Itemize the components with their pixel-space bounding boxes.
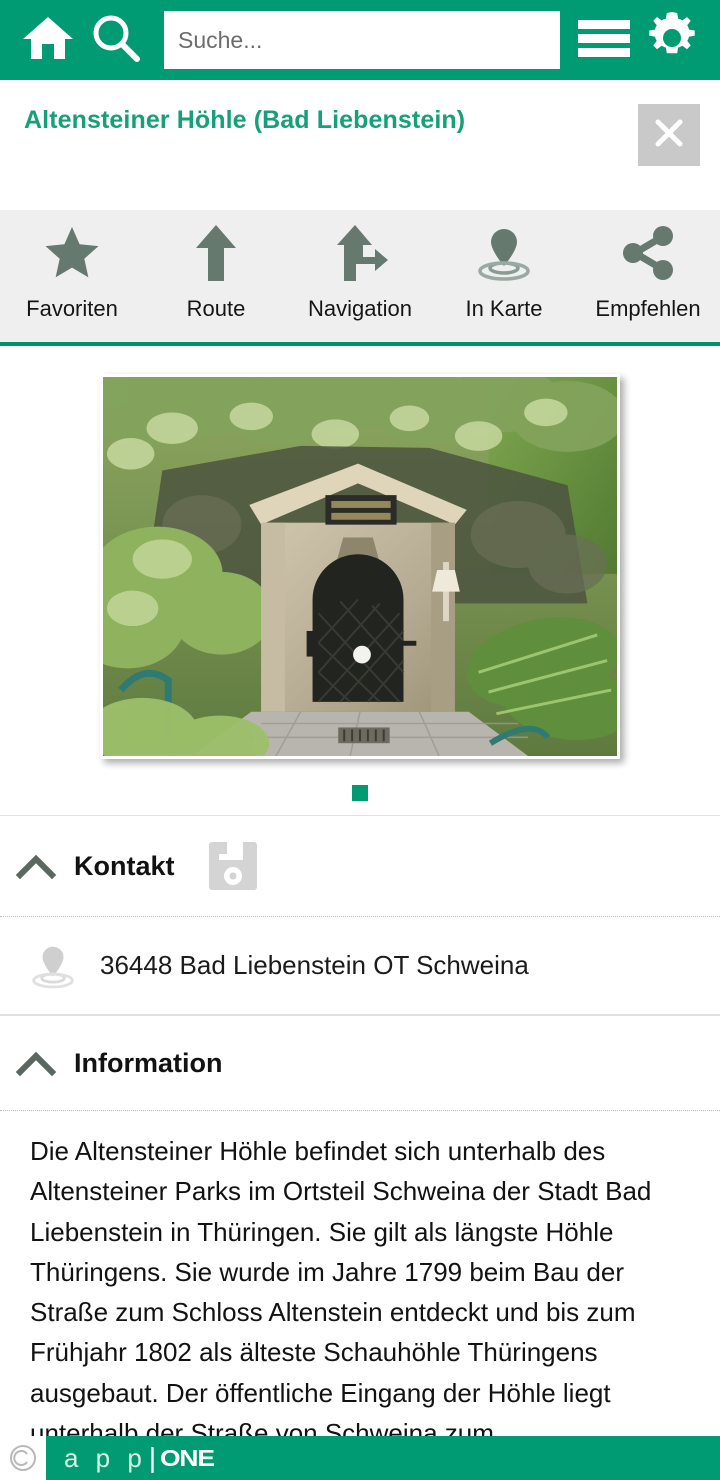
poi-photo-illustration xyxy=(103,377,617,756)
settings-button[interactable] xyxy=(638,9,706,71)
action-toolbar: Favoriten Route Navigation In Karte Empf… xyxy=(0,210,720,346)
action-label: Route xyxy=(186,296,246,321)
save-floppy-icon[interactable] xyxy=(205,838,261,894)
brand-app-text: a p p xyxy=(64,1442,147,1473)
page-title: Altensteiner Höhle (Bad Liebenstein) xyxy=(24,106,466,134)
app-footer: a p p | ONE xyxy=(0,1436,720,1480)
information-text: Die Altensteiner Höhle befindet sich unt… xyxy=(0,1111,720,1454)
action-label: Empfehlen xyxy=(595,296,701,321)
action-route[interactable]: Route xyxy=(144,224,288,334)
home-button[interactable] xyxy=(14,9,82,71)
brand-bar: a p p | ONE xyxy=(46,1436,720,1480)
search-input[interactable] xyxy=(164,11,560,69)
brand-separator: | xyxy=(148,1442,157,1473)
close-icon xyxy=(651,115,687,156)
gallery-dot[interactable] xyxy=(352,785,368,801)
copyright-icon xyxy=(0,1436,46,1480)
poi-photo[interactable] xyxy=(100,374,620,759)
navigation-fork-icon xyxy=(331,224,389,282)
hamburger-menu-icon xyxy=(576,16,632,65)
star-icon xyxy=(43,224,101,282)
map-pin-icon xyxy=(28,941,78,991)
menu-button[interactable] xyxy=(570,9,638,71)
image-gallery xyxy=(0,346,720,815)
action-in-karte[interactable]: In Karte xyxy=(432,224,576,334)
action-label: In Karte xyxy=(465,296,543,321)
chevron-up-icon[interactable] xyxy=(16,1043,56,1083)
section-header-information[interactable]: Information xyxy=(0,1015,720,1111)
search-icon xyxy=(90,12,142,69)
section-header-kontakt[interactable]: Kontakt xyxy=(0,815,720,917)
gear-icon xyxy=(644,10,700,71)
action-label: Navigation xyxy=(308,296,412,321)
map-pin-icon xyxy=(473,224,535,282)
contact-row-address[interactable]: 36448 Bad Liebenstein OT Schweina xyxy=(0,917,720,1015)
section-title: Kontakt xyxy=(74,850,175,881)
close-button[interactable] xyxy=(638,104,700,166)
search-button[interactable] xyxy=(82,9,150,71)
action-navigation[interactable]: Navigation xyxy=(288,224,432,334)
contact-address: 36448 Bad Liebenstein OT Schweina xyxy=(100,950,529,980)
share-icon xyxy=(619,224,677,282)
section-title: Information xyxy=(74,1047,223,1078)
action-favoriten[interactable]: Favoriten xyxy=(0,224,144,334)
detail-title-bar: Altensteiner Höhle (Bad Liebenstein) xyxy=(0,80,720,210)
brand-one-text: ONE xyxy=(160,1444,215,1471)
chevron-up-icon[interactable] xyxy=(16,846,56,886)
action-empfehlen[interactable]: Empfehlen xyxy=(576,224,720,334)
search-field-wrap[interactable] xyxy=(164,11,560,69)
arrow-up-icon xyxy=(193,224,239,282)
home-icon xyxy=(21,14,75,67)
app-header xyxy=(0,0,720,80)
gallery-pagination[interactable] xyxy=(352,781,368,805)
app-one-logo: a p p | ONE xyxy=(64,1442,215,1474)
action-label: Favoriten xyxy=(26,296,118,321)
